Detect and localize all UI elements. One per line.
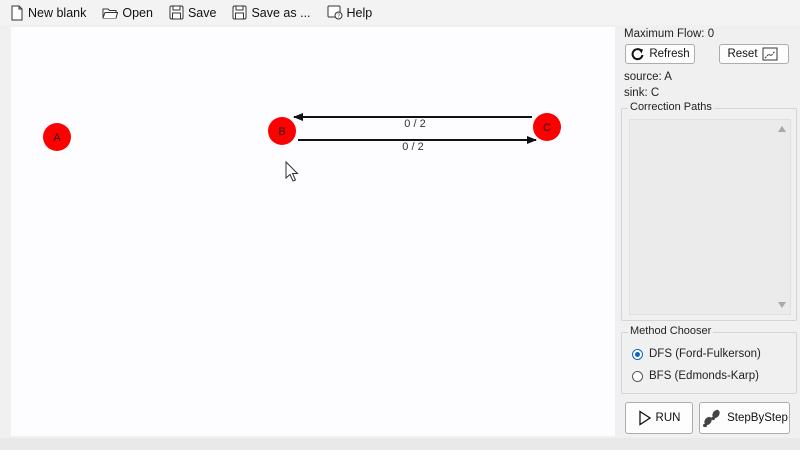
node-c[interactable]: C: [533, 113, 561, 141]
svg-text:?: ?: [337, 14, 340, 20]
node-b-label: B: [278, 126, 285, 138]
sink-label: sink: C: [624, 87, 660, 99]
save-as-button[interactable]: Save as ...: [226, 2, 316, 24]
save-as-label: Save as ...: [251, 5, 311, 20]
save-label: Save: [187, 5, 217, 20]
radio-selected-icon[interactable]: [632, 348, 643, 360]
refresh-button[interactable]: Refresh: [625, 44, 695, 64]
method-option-bfs-label: BFS (Edmonds-Karp): [649, 370, 759, 382]
new-blank-button[interactable]: New blank: [4, 2, 92, 24]
correction-paths-group: Correction Paths: [621, 101, 797, 321]
node-a[interactable]: A: [43, 123, 71, 151]
node-b[interactable]: B: [268, 117, 296, 145]
correction-paths-title: Correction Paths: [628, 101, 714, 113]
reset-label: Reset: [727, 48, 758, 60]
open-button[interactable]: Open: [96, 2, 159, 24]
toolbar: New blank Open Save Save as ... ? Help: [0, 0, 800, 25]
refresh-label: Refresh: [649, 48, 690, 60]
edge-b-to-c-label: 0 / 2: [402, 141, 423, 153]
new-file-icon: [11, 5, 23, 20]
step-by-step-button[interactable]: StepByStep: [699, 402, 790, 434]
method-option-dfs[interactable]: DFS (Ford-Fulkerson): [632, 348, 761, 360]
refresh-icon: [631, 48, 644, 61]
scroll-up-icon[interactable]: [778, 126, 786, 132]
mouse-cursor-icon: [285, 160, 299, 182]
method-chooser-title: Method Chooser: [628, 325, 714, 337]
correction-paths-list[interactable]: [629, 119, 791, 315]
edge-c-to-b-label: 0 / 2: [404, 118, 425, 130]
play-icon: [638, 410, 651, 426]
folder-icon: [102, 8, 119, 18]
new-blank-label: New blank: [28, 5, 87, 20]
scroll-down-icon[interactable]: [778, 302, 786, 308]
source-label: source: A: [624, 71, 672, 83]
step-by-step-label: StepByStep: [727, 412, 788, 424]
node-a-label: A: [53, 132, 61, 144]
method-option-dfs-label: DFS (Ford-Fulkerson): [649, 348, 761, 360]
graph-canvas[interactable]: 0 / 2 0 / 2 A B C: [11, 27, 615, 436]
help-button[interactable]: ? Help: [321, 2, 379, 24]
method-chooser-group: Method Chooser DFS (Ford-Fulkerson) BFS …: [621, 325, 797, 394]
footsteps-icon: [703, 409, 720, 428]
method-option-bfs[interactable]: BFS (Edmonds-Karp): [632, 370, 759, 382]
control-panel: Maximum Flow: 0 Refresh Reset source: A …: [618, 26, 800, 438]
open-label: Open: [122, 5, 153, 20]
help-icon: ?: [327, 5, 343, 20]
run-button[interactable]: RUN: [625, 402, 693, 434]
help-label: Help: [346, 5, 373, 20]
run-label: RUN: [655, 412, 681, 424]
maximum-flow-label: Maximum Flow: 0: [624, 28, 715, 40]
reset-button[interactable]: Reset: [719, 44, 789, 64]
save-icon: [169, 5, 184, 20]
node-c-label: C: [543, 122, 551, 134]
reset-icon: [762, 47, 778, 61]
save-as-icon: [232, 5, 247, 20]
radio-unselected-icon[interactable]: [632, 370, 643, 382]
save-button[interactable]: Save: [163, 2, 223, 24]
bottom-strip: [0, 438, 800, 450]
